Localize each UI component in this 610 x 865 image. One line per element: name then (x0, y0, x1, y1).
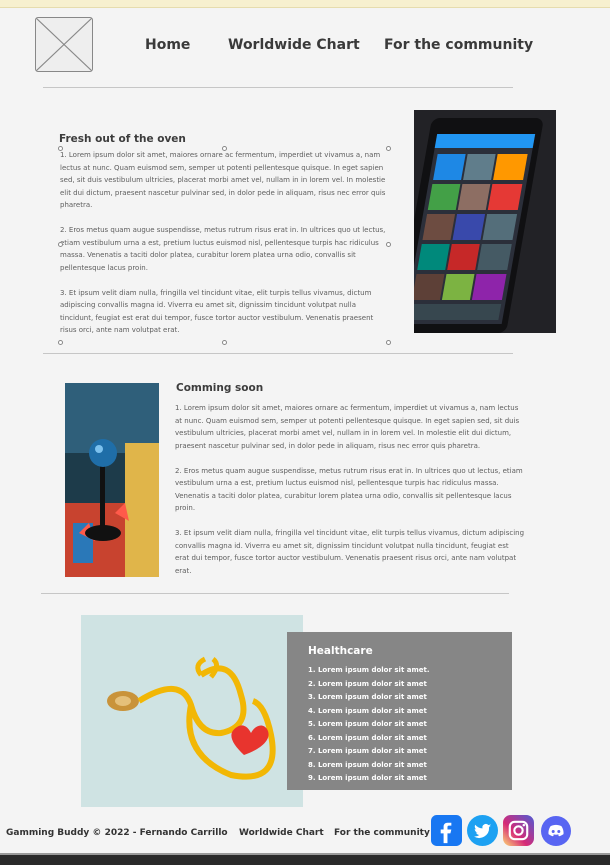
section-title-fresh: Fresh out of the oven (59, 133, 186, 145)
twitter-icon[interactable] (467, 815, 498, 846)
paragraph: 1. Lorem ipsum dolor sit amet, maiores o… (175, 404, 520, 450)
section-title-coming-soon: Comming soon (176, 382, 264, 394)
phone-app-image (414, 110, 556, 333)
resize-handle[interactable] (222, 340, 227, 345)
paragraph: 2. Eros metus quam augue suspendisse, me… (175, 466, 523, 513)
list-item: 8. Lorem ipsum dolor sit amet (308, 760, 427, 769)
stethoscope-heart-image (81, 615, 303, 807)
divider (43, 353, 513, 354)
healthcare-list: 1. Lorem ipsum dolor sit amet. 2. Lorem … (308, 664, 430, 786)
discord-icon[interactable] (541, 816, 571, 846)
paragraph: 2. Eros metus quam augue suspendisse, me… (60, 226, 386, 272)
resize-handle[interactable] (222, 146, 227, 151)
list-item: 2. Lorem ipsum dolor sit amet (308, 679, 427, 688)
footer-copyright: Gamming Buddy © 2022 - Fernando Carrillo (6, 828, 228, 838)
divider (41, 593, 509, 594)
nav-home-link[interactable]: Home (145, 37, 190, 53)
list-item: 1. Lorem ipsum dolor sit amet. (308, 666, 430, 674)
paragraph: 1. Lorem ipsum dolor sit amet, maiores o… (60, 151, 386, 209)
healthcare-card: Healthcare 1. Lorem ipsum dolor sit amet… (287, 632, 512, 790)
list-item: 5. Lorem ipsum dolor sit amet (308, 720, 427, 728)
browser-top-strip (0, 0, 610, 8)
section-body-coming-soon: 1. Lorem ipsum dolor sit amet, maiores o… (175, 402, 525, 590)
facebook-icon[interactable] (431, 815, 462, 846)
resize-handle[interactable] (58, 146, 63, 151)
divider (43, 87, 513, 88)
nav-community-link[interactable]: For the community (384, 37, 533, 53)
resize-handle[interactable] (386, 340, 391, 345)
list-item: 3. Lorem ipsum dolor sit amet (308, 693, 427, 701)
paragraph: 3. Et ipsum velit diam nulla, fringilla … (60, 288, 374, 335)
resize-handle[interactable] (386, 242, 391, 247)
footer-community-link[interactable]: For the community (334, 828, 430, 838)
list-item: 9. Lorem ipsum dolor sit amet (308, 774, 427, 782)
list-item: 4. Lorem ipsum dolor sit amet (308, 706, 427, 715)
resize-handle[interactable] (386, 146, 391, 151)
bottom-bar (0, 853, 610, 865)
footer-worldwide-chart-link[interactable]: Worldwide Chart (239, 828, 324, 838)
logo-placeholder-icon[interactable] (35, 17, 93, 72)
paragraph: 3. Et ipsum velit diam nulla, fringilla … (175, 529, 525, 575)
arcade-joystick-image (65, 383, 159, 577)
list-item: 6. Lorem ipsum dolor sit amet (308, 733, 427, 742)
nav-worldwide-chart-link[interactable]: Worldwide Chart (228, 37, 360, 53)
healthcare-title: Healthcare (308, 645, 373, 657)
resize-handle[interactable] (58, 340, 63, 345)
resize-handle[interactable] (58, 242, 63, 247)
instagram-icon[interactable] (503, 815, 534, 846)
section-body-fresh: 1. Lorem ipsum dolor sit amet, maiores o… (60, 149, 390, 349)
list-item: 7. Lorem ipsum dolor sit amet (308, 747, 427, 755)
